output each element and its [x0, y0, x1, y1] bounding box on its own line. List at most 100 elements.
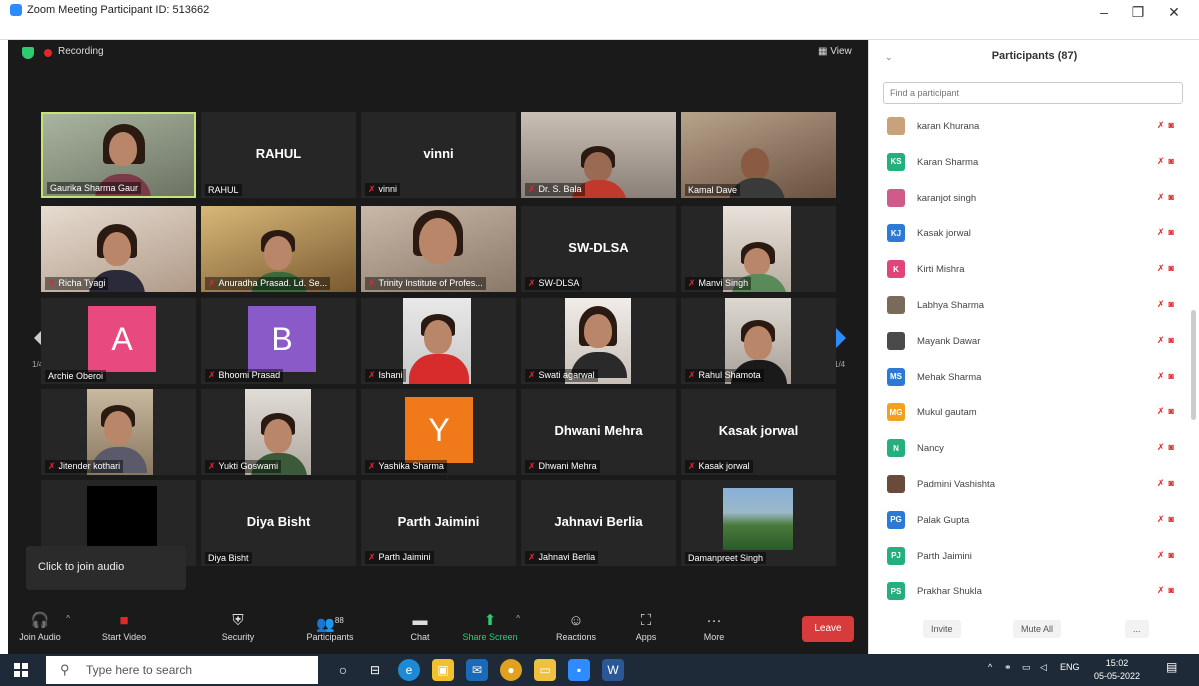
reactions-button[interactable]: ☺ Reactions: [544, 610, 608, 642]
participant-list-item[interactable]: Padmini Vashishta ✗◙: [869, 470, 1189, 500]
task-view-icon[interactable]: ⊟: [364, 659, 386, 681]
mic-video-muted-icon: ✗◙: [1157, 334, 1178, 345]
video-tile[interactable]: Kasak jorwal ✗ Kasak jorwal: [681, 389, 836, 475]
minimize-button[interactable]: –: [1090, 4, 1118, 20]
taskbar-clock[interactable]: 15:02 05-05-2022: [1094, 657, 1140, 683]
participant-list-item[interactable]: PS Prakhar Shukla ✗◙: [869, 577, 1189, 607]
invite-button[interactable]: Invite: [923, 620, 961, 638]
chevron-up-icon[interactable]: ^: [516, 614, 520, 623]
search-icon: ⚲: [60, 662, 70, 677]
video-tile[interactable]: ✗ Ishani: [361, 298, 516, 384]
video-tile[interactable]: ✗ Swati agarwal: [521, 298, 676, 384]
participant-list-item[interactable]: KJ Kasak jorwal ✗◙: [869, 219, 1189, 249]
participant-name-text: Parth Jaimini: [378, 552, 431, 562]
video-tile[interactable]: Diya Bisht Diya Bisht: [201, 480, 356, 566]
maximize-button[interactable]: ❐: [1124, 4, 1152, 21]
participant-video: [744, 248, 770, 276]
video-tile[interactable]: ✗ Manvi Singh: [681, 206, 836, 292]
mic-muted-icon: ✗: [688, 370, 696, 380]
join-audio-button[interactable]: 🎧 ^ Join Audio: [8, 610, 72, 642]
apps-button[interactable]: ⛶ Apps: [614, 610, 678, 642]
participant-list-name: karan Khurana: [917, 121, 980, 132]
mute-all-button[interactable]: Mute All: [1013, 620, 1062, 638]
participant-search-input[interactable]: [883, 82, 1183, 104]
participant-avatar: MS: [887, 367, 905, 386]
join-audio-popup[interactable]: Click to join audio: [26, 546, 186, 590]
participant-list-name: Karan Sharma: [917, 156, 979, 168]
video-tile[interactable]: Kamal Dave: [681, 112, 836, 198]
participant-list-item[interactable]: Labhya Sharma ✗◙: [869, 291, 1189, 321]
participant-name-text: Dhwani Mehra: [538, 461, 597, 471]
network-icon[interactable]: ⚭: [1004, 662, 1012, 673]
video-tile[interactable]: Parth Jaimini ✗ Parth Jaimini: [361, 480, 516, 566]
participant-list-item[interactable]: PJ Parth Jaimini ✗◙: [869, 542, 1189, 572]
volume-icon[interactable]: ◁: [1040, 662, 1047, 673]
encryption-shield-icon[interactable]: [22, 47, 34, 59]
video-tile[interactable]: vinni ✗ vinni: [361, 112, 516, 198]
video-tile[interactable]: ✗ Yukti Goswami: [201, 389, 356, 475]
participant-list-item[interactable]: karanjot singh ✗◙: [869, 184, 1189, 214]
video-tile[interactable]: B ✗ Bhoomi Prasad: [201, 298, 356, 384]
tray-chevron-up-icon[interactable]: ^: [988, 662, 992, 672]
participant-name-text: Jitender kothari: [58, 461, 121, 471]
mic-muted-icon: ✗: [528, 552, 536, 562]
video-tile[interactable]: Jahnavi Berlia ✗ Jahnavi Berlia: [521, 480, 676, 566]
participant-list-item[interactable]: KS Karan Sharma ✗◙: [869, 148, 1189, 178]
file-explorer-icon[interactable]: ▭: [534, 659, 556, 681]
video-tile[interactable]: ✗ Jitender kothari: [41, 389, 196, 475]
battery-icon[interactable]: ▭: [1022, 662, 1031, 673]
chat-button[interactable]: ▬ Chat: [388, 610, 452, 642]
view-button[interactable]: ▦ View: [818, 46, 852, 57]
language-indicator[interactable]: ENG: [1060, 662, 1080, 672]
more-button[interactable]: ··· More: [682, 610, 746, 642]
mail-icon[interactable]: ✉: [466, 659, 488, 681]
participant-name-text: Yukti Goswami: [218, 461, 279, 471]
zoom-app-icon[interactable]: ▪: [568, 659, 590, 681]
video-tile[interactable]: Gaurika Sharma Gaur: [41, 112, 196, 198]
join-audio-popup-text: Click to join audio: [38, 561, 125, 573]
participant-list-item[interactable]: K Kirti Mishra ✗◙: [869, 255, 1189, 285]
store-icon[interactable]: ▣: [432, 659, 454, 681]
chrome-browser-icon[interactable]: ●: [500, 659, 522, 681]
panel-more-button[interactable]: ...: [1125, 620, 1149, 638]
start-video-button[interactable]: ■ Start Video: [92, 610, 156, 642]
participant-list-item[interactable]: MG Mukul gautam ✗◙: [869, 398, 1189, 428]
participant-center-name: Kasak jorwal: [718, 423, 799, 438]
participant-video: [419, 218, 457, 264]
video-tile[interactable]: ✗ Anuradha Prasad. Ld. Se...: [201, 206, 356, 292]
participant-name: ✗ Ishani: [365, 369, 406, 382]
participant-name: Kamal Dave: [685, 184, 741, 196]
video-tile[interactable]: RAHUL RAHUL: [201, 112, 356, 198]
participant-list-item[interactable]: Mayank Dawar ✗◙: [869, 327, 1189, 357]
video-tile[interactable]: SW-DLSA ✗ SW-DLSA: [521, 206, 676, 292]
participant-name: ✗ Dr. S. Bala: [525, 183, 585, 196]
video-tile[interactable]: Y ✗ Yashika Sharma: [361, 389, 516, 475]
share-screen-button[interactable]: ⬆ ^ Share Screen: [458, 610, 522, 642]
participant-list-item[interactable]: karan Khurana ✗◙: [869, 112, 1189, 142]
close-button[interactable]: ✕: [1160, 4, 1188, 21]
word-app-icon[interactable]: W: [602, 659, 624, 681]
chevron-up-icon[interactable]: ^: [66, 614, 70, 623]
participant-list-item[interactable]: MS Mehak Sharma ✗◙: [869, 363, 1189, 393]
edge-browser-icon[interactable]: e: [398, 659, 420, 681]
participants-button[interactable]: 👥88 Participants: [298, 610, 362, 642]
video-tile[interactable]: ✗ Dr. S. Bala: [521, 112, 676, 198]
windows-start-icon[interactable]: [14, 663, 28, 677]
cortana-icon[interactable]: ○: [332, 659, 354, 681]
video-tile[interactable]: ✗ Richa Tyagi: [41, 206, 196, 292]
leave-button[interactable]: Leave: [802, 616, 854, 642]
start-video-label: Start Video: [101, 632, 147, 642]
video-tile[interactable]: ✗ Rahul Shamota: [681, 298, 836, 384]
next-page-arrow-icon[interactable]: [836, 328, 846, 348]
taskbar-search-box[interactable]: ⚲ Type here to search: [46, 656, 318, 684]
video-tile[interactable]: Dhwani Mehra ✗ Dhwani Mehra: [521, 389, 676, 475]
scrollbar[interactable]: [1191, 310, 1196, 420]
participant-list-item[interactable]: PG Palak Gupta ✗◙: [869, 506, 1189, 536]
participant-list-item[interactable]: N Nancy ✗◙: [869, 434, 1189, 464]
security-button[interactable]: ⛨ Security: [206, 610, 270, 642]
video-tile[interactable]: ✗ Trinity Institute of Profes...: [361, 206, 516, 292]
notifications-icon[interactable]: ▤: [1166, 660, 1177, 674]
participants-icon: 👥88: [316, 616, 344, 633]
video-tile[interactable]: Damanpreet Singh: [681, 480, 836, 566]
video-tile[interactable]: A Archie Oberoi: [41, 298, 196, 384]
